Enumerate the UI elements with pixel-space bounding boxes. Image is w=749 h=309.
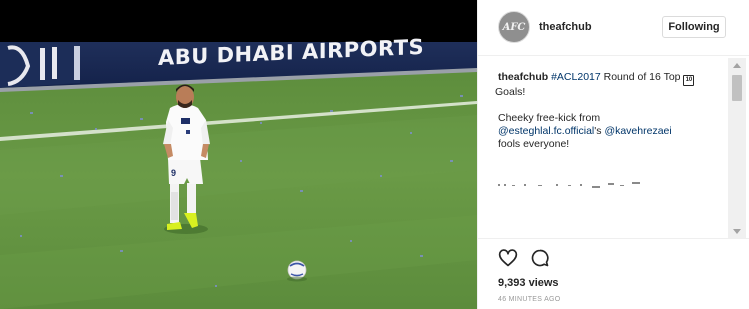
post-sidebar: AFC theafchub Following theafchub #ACL20…: [477, 0, 749, 309]
comment-bubble-icon[interactable]: [530, 248, 550, 268]
post-caption: theafchub #ACL2017 Round of 16 Top 10 Go…: [495, 71, 720, 151]
mention-link[interactable]: @kavehrezaei: [604, 125, 671, 137]
avatar[interactable]: AFC: [498, 11, 530, 43]
caption-line: 's: [594, 125, 605, 137]
comments-scrollbar[interactable]: [728, 58, 746, 238]
scrollbar-thumb[interactable]: [732, 75, 742, 101]
caption-line: Cheeky free-kick from: [498, 112, 601, 124]
mention-link[interactable]: @esteghlal.fc.official: [498, 125, 594, 137]
following-button[interactable]: Following: [662, 16, 726, 38]
caption-author[interactable]: theafchub: [498, 71, 548, 83]
view-count[interactable]: 9,393 views: [498, 277, 559, 289]
caption-text: Round of 16 Top: [600, 71, 684, 83]
post-timestamp[interactable]: 46 MINUTES AGO: [498, 296, 561, 303]
username-link[interactable]: theafchub: [539, 21, 592, 33]
caption-text-end: Goals!: [495, 86, 526, 98]
heart-icon[interactable]: [498, 248, 518, 268]
keycap-ten-icon: 10: [683, 75, 695, 86]
faded-text-line: [498, 182, 640, 188]
arrow-up-icon[interactable]: [728, 58, 746, 72]
post-header: AFC theafchub Following: [478, 0, 749, 56]
jersey-number: 9: [171, 168, 177, 178]
hashtag-link[interactable]: #ACL2017: [551, 71, 601, 83]
post-actions: [498, 248, 558, 270]
caption-line: fools everyone!: [498, 138, 570, 150]
divider: [478, 238, 749, 239]
comments-scroll-area[interactable]: theafchub #ACL2017 Round of 16 Top 10 Go…: [478, 57, 740, 237]
avatar-logo-text: AFC: [502, 21, 526, 33]
post-video[interactable]: ABU DHABI AIRPORTS 9: [0, 0, 477, 309]
arrow-down-icon[interactable]: [728, 224, 746, 238]
